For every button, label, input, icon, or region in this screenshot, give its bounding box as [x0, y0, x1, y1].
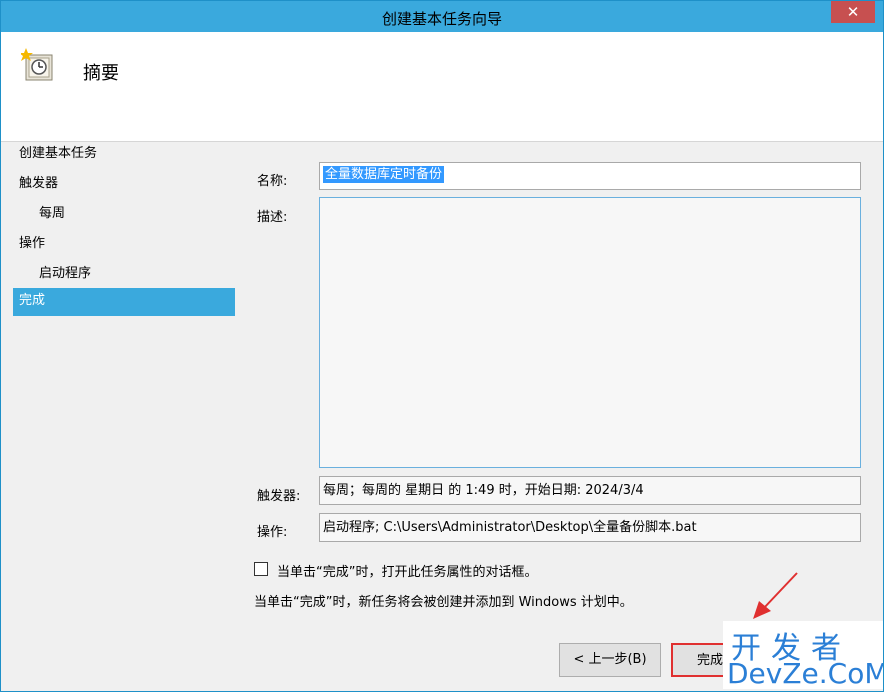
action-summary-field: 启动程序; C:\Users\Administrator\Desktop\全量备… [319, 513, 861, 542]
step-weekly[interactable]: 每周 [13, 204, 235, 234]
step-trigger[interactable]: 触发器 [13, 174, 235, 204]
watermark: 开发者 DevZe.CoM [723, 621, 884, 690]
trigger-label: 触发器: [257, 489, 301, 504]
step-action[interactable]: 操作 [13, 234, 235, 264]
wizard-header: 摘要 [1, 32, 883, 142]
finish-info-text: 当单击“完成”时，新任务将会被创建并添加到 Windows 计划中。 [254, 595, 633, 610]
wizard-steps: 创建基本任务 触发器 每周 操作 启动程序 完成 [13, 144, 235, 316]
trigger-summary-field: 每周；每周的 星期日 的 1:49 时，开始日期: 2024/3/4 [319, 476, 861, 505]
close-button[interactable]: ✕ [831, 1, 875, 23]
name-value: 全量数据库定时备份 [323, 166, 445, 183]
name-label: 名称: [257, 174, 288, 189]
scheduled-task-clock-icon [21, 48, 53, 81]
step-create-basic-task[interactable]: 创建基本任务 [13, 144, 235, 174]
title-bar[interactable]: 创建基本任务向导 ✕ [1, 1, 883, 32]
open-properties-label[interactable]: 当单击“完成”时，打开此任务属性的对话框。 [277, 561, 537, 580]
name-field[interactable]: 全量数据库定时备份 [319, 162, 861, 190]
watermark-bottom-text: DevZe.CoM [727, 657, 884, 690]
open-properties-checkbox[interactable] [254, 562, 268, 576]
window-title: 创建基本任务向导 [381, 10, 502, 28]
back-button[interactable]: < 上一步(B) [559, 643, 661, 677]
step-finish[interactable]: 完成 [13, 288, 235, 316]
task-wizard-window: 创建基本任务向导 ✕ 摘要 创建基本任务 触发器 每周 操作 启动程序 完成 名… [0, 0, 884, 692]
action-label: 操作: [257, 525, 288, 540]
page-title: 摘要 [83, 63, 119, 84]
description-label: 描述: [257, 210, 288, 225]
description-field[interactable] [319, 197, 861, 468]
